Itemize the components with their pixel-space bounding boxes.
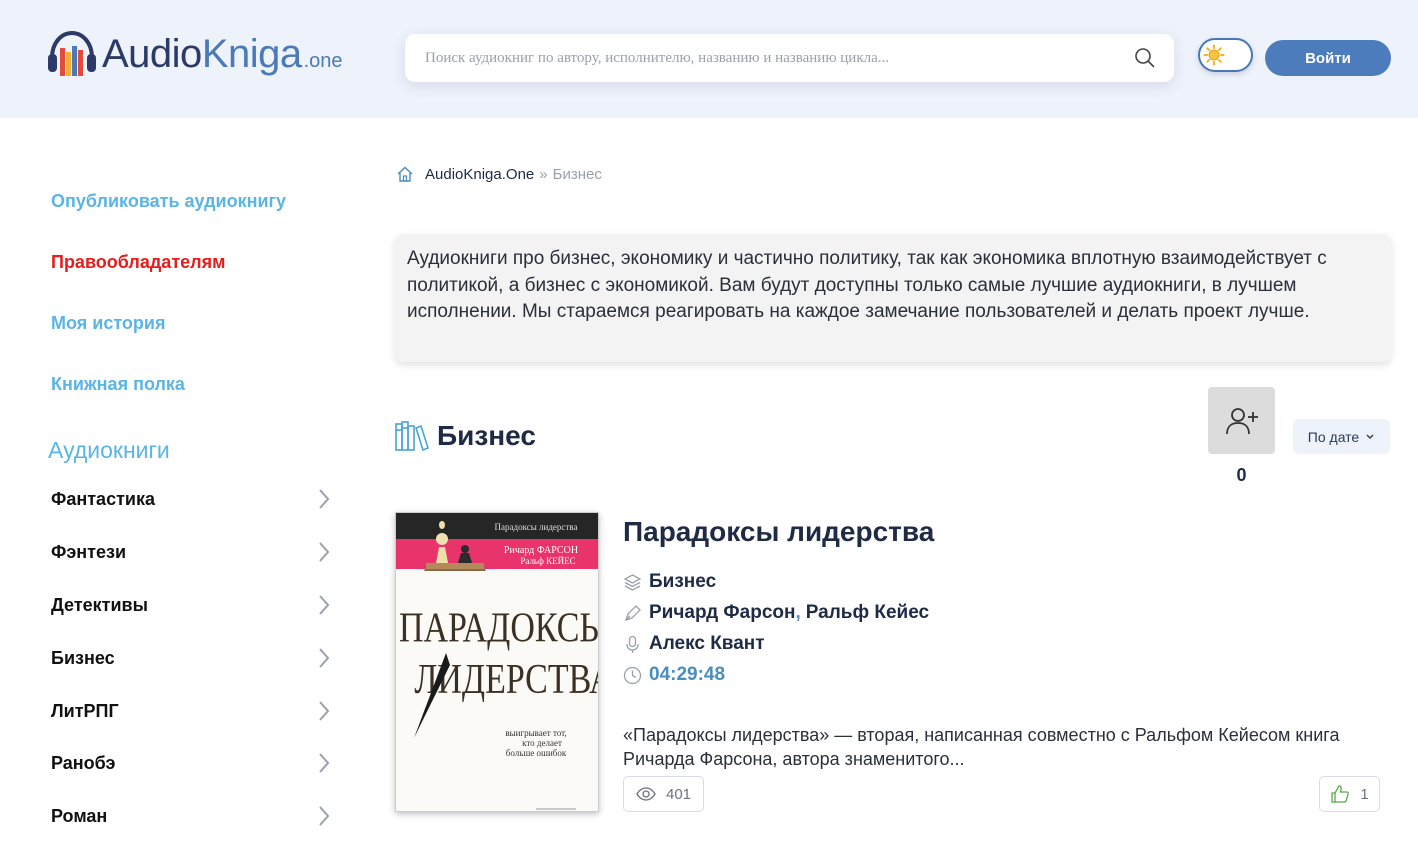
sidebar-genre-litrpg[interactable]: ЛитРПГ xyxy=(51,696,331,726)
book-title-link[interactable]: Парадоксы лидерства xyxy=(623,516,934,548)
chevron-right-icon xyxy=(319,542,330,562)
cover-authors-line1: Ричард ФАРСОН xyxy=(504,545,578,556)
book-cover-art: Парадоксы лидерства Ричард ФАРСОН Ральф … xyxy=(396,513,599,811)
sun-icon xyxy=(1203,44,1225,66)
sidebar-genre-roman[interactable]: Роман xyxy=(51,801,331,831)
chevron-right-icon xyxy=(319,701,330,721)
sidebar-link-publish[interactable]: Опубликовать аудиокнигу xyxy=(51,191,286,212)
search-input[interactable] xyxy=(405,34,1134,82)
category-heading: Бизнес xyxy=(395,420,536,452)
sidebar-link-bookshelf[interactable]: Книжная полка xyxy=(51,374,185,395)
sidebar-genre-ranobe[interactable]: Ранобэ xyxy=(51,748,331,778)
sidebar-link-copyright[interactable]: Правообладателям xyxy=(51,252,225,273)
book-cover[interactable]: Парадоксы лидерства Ричард ФАРСОН Ральф … xyxy=(395,512,599,812)
books-icon xyxy=(395,421,429,452)
eye-icon xyxy=(636,787,656,801)
chevron-down-icon xyxy=(1366,434,1374,439)
cover-tagline3: больше ошибок xyxy=(506,748,567,758)
book-excerpt: «Парадоксы лидерства» — вторая, написанн… xyxy=(623,725,1340,769)
logo-text-one: .one xyxy=(303,49,343,72)
theme-toggle[interactable] xyxy=(1198,38,1253,72)
book-genre-link[interactable]: Бизнес xyxy=(649,571,716,593)
thumbs-up-icon xyxy=(1331,785,1350,803)
cover-authors-line2: Ральф КЕЙЕС xyxy=(520,556,575,566)
search-bar xyxy=(405,34,1174,82)
views-counter: 401 xyxy=(623,776,704,812)
subscribe-button[interactable] xyxy=(1208,387,1275,454)
category-title: Бизнес xyxy=(437,420,536,451)
genre-label: ЛитРПГ xyxy=(51,700,119,721)
microphone-icon xyxy=(626,635,639,653)
likes-count: 1 xyxy=(1360,785,1369,803)
sidebar-genre-biznes[interactable]: Бизнес xyxy=(51,643,331,673)
login-button[interactable]: Войти xyxy=(1265,40,1391,76)
genre-label: Бизнес xyxy=(51,647,115,668)
clock-icon xyxy=(623,666,642,684)
sort-label: По дате xyxy=(1307,428,1360,445)
sidebar-genre-fantastika[interactable]: Фантастика xyxy=(51,484,331,514)
genre-label: Фэнтези xyxy=(51,541,127,562)
genre-label: Ранобэ xyxy=(51,752,116,773)
pen-icon xyxy=(624,604,641,621)
chevron-right-icon xyxy=(319,595,330,615)
cover-series-text: Парадоксы лидерства xyxy=(495,522,578,532)
category-description: Аудиокниги про бизнес, экономику и части… xyxy=(395,234,1391,362)
user-plus-icon xyxy=(1225,407,1258,434)
chevron-right-icon xyxy=(319,648,330,668)
like-button[interactable]: 1 xyxy=(1319,776,1380,812)
book-narrator-link[interactable]: Алекс Квант xyxy=(649,633,765,655)
search-icon[interactable] xyxy=(1134,47,1156,69)
sidebar-heading-audiobooks: Аудиокниги xyxy=(48,437,170,463)
sort-select[interactable]: По дате xyxy=(1293,419,1390,454)
breadcrumb: AudioKniga.One » Бизнес xyxy=(396,165,602,183)
logo-text-audio: Audio xyxy=(102,31,202,76)
book-narrator-row: Алекс Квант xyxy=(623,633,765,655)
book-genre-row: Бизнес xyxy=(623,571,716,593)
layers-icon xyxy=(623,573,642,591)
cover-tagline1: выигрывает тот, xyxy=(505,728,566,738)
breadcrumb-separator: » xyxy=(539,165,548,183)
genre-label: Фантастика xyxy=(51,488,155,509)
genre-label: Детективы xyxy=(51,594,148,615)
chevron-right-icon xyxy=(319,753,330,773)
sidebar-genre-fentezi[interactable]: Фэнтези xyxy=(51,537,331,567)
book-authors-row: Ричард Фарсон , Ральф Кейес xyxy=(623,602,929,624)
site-logo[interactable]: Audio Kniga .one xyxy=(46,26,343,82)
cover-title-line1: ПАРАДОКСЫ xyxy=(399,605,599,651)
home-icon[interactable] xyxy=(396,165,414,183)
views-count: 401 xyxy=(665,785,692,803)
chevron-right-icon xyxy=(319,489,330,509)
cover-tagline2: кто делает xyxy=(522,738,562,748)
breadcrumb-home-link[interactable]: AudioKniga.One xyxy=(425,166,534,183)
book-author-link[interactable]: Ричард Фарсон xyxy=(649,602,795,624)
book-duration: 04:29:48 xyxy=(649,664,726,685)
sidebar-genre-detektivy[interactable]: Детективы xyxy=(51,590,331,620)
subscriber-count: 0 xyxy=(1236,465,1247,485)
chevron-right-icon xyxy=(319,806,330,826)
sidebar-link-history[interactable]: Моя история xyxy=(51,313,165,334)
book-author-link[interactable]: Ральф Кейес xyxy=(806,602,929,624)
breadcrumb-current: Бизнес xyxy=(552,165,602,183)
logo-text-kniga: Kniga xyxy=(201,31,302,76)
genre-label: Роман xyxy=(51,805,108,826)
site-header: AudioKniga.one Войти xyxy=(0,0,1418,118)
author-separator: , xyxy=(795,602,801,623)
headphones-books-icon xyxy=(48,30,96,76)
book-duration-row: 04:29:48 xyxy=(623,664,725,686)
